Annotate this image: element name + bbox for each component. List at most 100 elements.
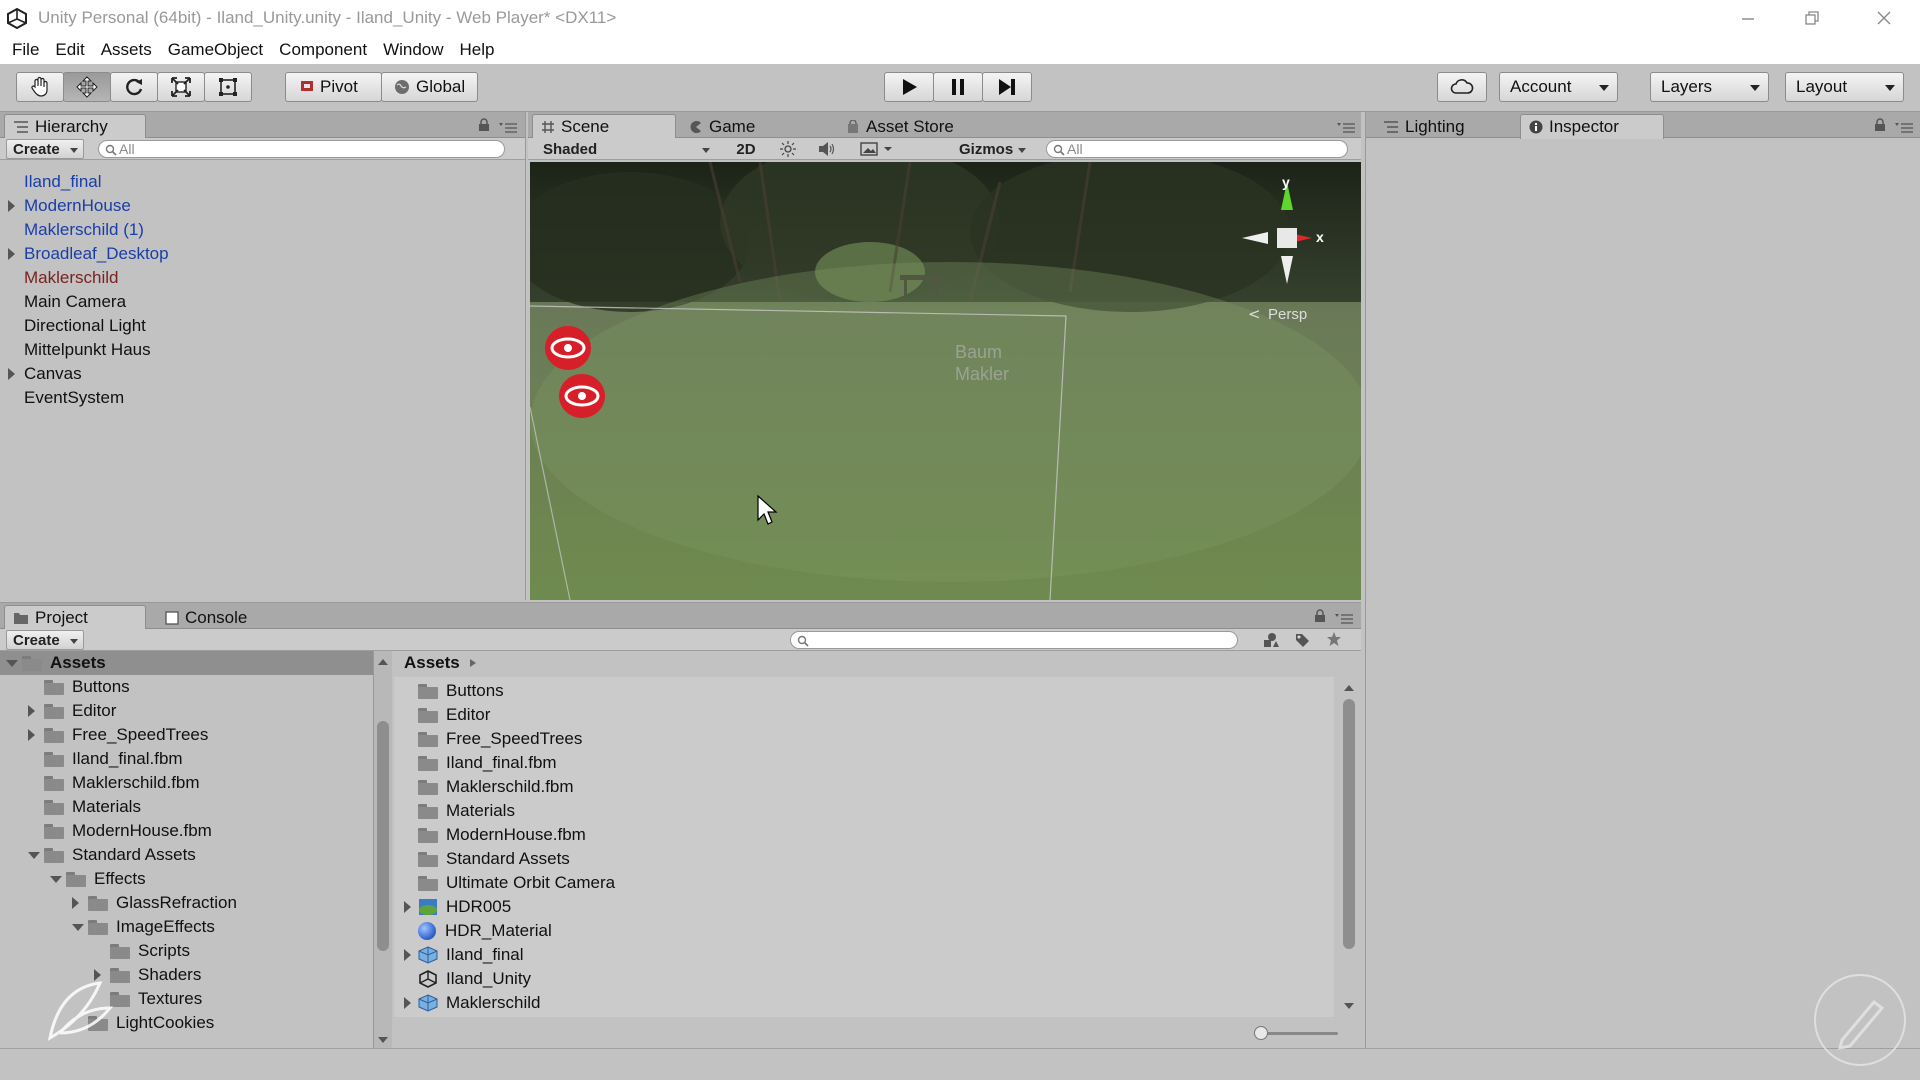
- expand-arrow-icon[interactable]: [28, 729, 35, 741]
- project-tree-item[interactable]: Materials: [44, 795, 141, 819]
- close-window-button[interactable]: [1856, 0, 1912, 36]
- expand-arrow-icon[interactable]: [28, 852, 40, 859]
- hierarchy-item[interactable]: Iland_final: [24, 170, 102, 194]
- asset-item[interactable]: Editor: [418, 703, 490, 727]
- tree-scrollbar-thumb[interactable]: [377, 721, 389, 951]
- play-button[interactable]: [884, 72, 934, 102]
- menu-file[interactable]: File: [4, 40, 47, 60]
- hierarchy-item[interactable]: Maklerschild: [24, 266, 118, 290]
- layout-dropdown[interactable]: Layout: [1785, 72, 1904, 102]
- scene-audio-toggle[interactable]: [818, 141, 836, 162]
- project-tree-item[interactable]: Scripts: [110, 939, 190, 963]
- tab-console[interactable]: Console: [156, 605, 296, 629]
- filter-by-type-button[interactable]: [1262, 632, 1280, 653]
- menu-component[interactable]: Component: [271, 40, 375, 60]
- asset-item[interactable]: ModernHouse.fbm: [418, 823, 586, 847]
- project-tree-item[interactable]: GlassRefraction: [88, 891, 237, 915]
- hand-tool-button[interactable]: [16, 72, 64, 102]
- project-create-dropdown[interactable]: Create: [6, 630, 84, 650]
- menu-help[interactable]: Help: [452, 40, 503, 60]
- asset-item[interactable]: Iland_final.fbm: [418, 751, 557, 775]
- filter-by-label-button[interactable]: [1294, 632, 1310, 653]
- project-tree-item[interactable]: Effects: [66, 867, 146, 891]
- project-tree-item[interactable]: Textures: [110, 987, 202, 1011]
- tab-lighting[interactable]: Lighting: [1374, 114, 1516, 138]
- rect-tool-button[interactable]: [204, 72, 252, 102]
- hierarchy-item[interactable]: ModernHouse: [24, 194, 131, 218]
- shading-mode-dropdown[interactable]: Shaded: [536, 139, 716, 159]
- expand-arrow-icon[interactable]: [50, 876, 62, 883]
- expand-arrow-icon[interactable]: [404, 901, 411, 913]
- project-tree-item[interactable]: Shaders: [110, 963, 201, 987]
- minimize-button[interactable]: [1720, 0, 1776, 36]
- asset-item[interactable]: Buttons: [418, 679, 504, 703]
- project-panel-menu-icon[interactable]: [1334, 611, 1354, 629]
- pause-button[interactable]: [933, 72, 983, 102]
- asset-item[interactable]: Maklerschild: [418, 991, 540, 1015]
- icon-size-slider-thumb[interactable]: [1254, 1026, 1268, 1040]
- expand-arrow-icon[interactable]: [8, 368, 15, 380]
- project-tree-item[interactable]: Editor: [44, 699, 116, 723]
- tab-hierarchy[interactable]: Hierarchy: [4, 114, 146, 139]
- move-tool-button[interactable]: [63, 72, 111, 102]
- scale-tool-button[interactable]: [157, 72, 205, 102]
- scene-search-input[interactable]: All: [1046, 140, 1348, 158]
- hierarchy-search-input[interactable]: All: [98, 140, 505, 158]
- expand-arrow-icon[interactable]: [404, 949, 411, 961]
- expand-arrow-icon[interactable]: [72, 897, 79, 909]
- asset-item[interactable]: Standard Assets: [418, 847, 570, 871]
- project-tree-item[interactable]: Buttons: [44, 675, 130, 699]
- project-tree-item[interactable]: Iland_final.fbm: [44, 747, 183, 771]
- hierarchy-item[interactable]: Canvas: [24, 362, 82, 386]
- expand-arrow-icon[interactable]: [8, 248, 15, 260]
- pivot-toggle-button[interactable]: Pivot: [285, 72, 382, 102]
- asset-item[interactable]: HDR005: [418, 895, 511, 919]
- project-tree-item[interactable]: Free_SpeedTrees: [44, 723, 208, 747]
- icon-size-slider[interactable]: [1254, 1025, 1344, 1041]
- expand-arrow-icon[interactable]: [8, 200, 15, 212]
- tab-game[interactable]: Game: [680, 114, 816, 138]
- project-search-input[interactable]: [790, 631, 1238, 649]
- expand-arrow-icon[interactable]: [28, 705, 35, 717]
- menu-assets[interactable]: Assets: [93, 40, 160, 60]
- scene-effects-dropdown[interactable]: [860, 141, 894, 162]
- project-lock-icon[interactable]: [1314, 609, 1326, 628]
- asset-item[interactable]: Materials: [418, 799, 515, 823]
- asset-item[interactable]: Free_SpeedTrees: [418, 727, 582, 751]
- cloud-button[interactable]: [1437, 72, 1487, 102]
- scene-lighting-toggle[interactable]: [780, 141, 796, 162]
- panel-menu-icon[interactable]: [498, 120, 518, 138]
- gizmos-dropdown[interactable]: Gizmos: [952, 139, 1032, 159]
- asset-item[interactable]: Ultimate Orbit Camera: [418, 871, 615, 895]
- restore-button[interactable]: [1784, 0, 1840, 36]
- scene-viewport[interactable]: Baum Makler y x < Persp: [530, 162, 1361, 600]
- hierarchy-item[interactable]: Directional Light: [24, 314, 146, 338]
- asset-item[interactable]: Iland_Unity: [418, 967, 531, 991]
- inspector-lock-icon[interactable]: [1874, 118, 1886, 137]
- tab-scene[interactable]: Scene: [532, 114, 676, 139]
- tab-asset-store[interactable]: Asset Store: [837, 114, 997, 138]
- asset-item[interactable]: Iland_final: [418, 943, 524, 967]
- menu-window[interactable]: Window: [375, 40, 451, 60]
- project-tree-item[interactable]: Standard Assets: [44, 843, 196, 867]
- tree-scrollbar[interactable]: [374, 651, 392, 1049]
- layers-dropdown[interactable]: Layers: [1650, 72, 1769, 102]
- hierarchy-item[interactable]: Mittelpunkt Haus: [24, 338, 151, 362]
- hierarchy-item[interactable]: EventSystem: [24, 386, 124, 410]
- account-dropdown[interactable]: Account: [1499, 72, 1618, 102]
- project-tree-item[interactable]: ModernHouse.fbm: [44, 819, 212, 843]
- tab-project[interactable]: Project: [4, 605, 146, 630]
- project-tree-item[interactable]: Maklerschild.fbm: [44, 771, 200, 795]
- hierarchy-item[interactable]: Main Camera: [24, 290, 126, 314]
- menu-gameobject[interactable]: GameObject: [160, 40, 271, 60]
- lock-icon[interactable]: [478, 118, 490, 137]
- hierarchy-item[interactable]: Broadleaf_Desktop: [24, 242, 169, 266]
- expand-arrow-icon[interactable]: [6, 660, 18, 667]
- asset-scrollbar-thumb[interactable]: [1343, 699, 1355, 949]
- inspector-panel-menu-icon[interactable]: [1894, 120, 1914, 138]
- scene-panel-menu-icon[interactable]: [1336, 120, 1356, 138]
- favorites-button[interactable]: [1326, 631, 1342, 652]
- project-tree-item[interactable]: ImageEffects: [88, 915, 215, 939]
- menu-edit[interactable]: Edit: [47, 40, 92, 60]
- expand-arrow-icon[interactable]: [72, 924, 84, 931]
